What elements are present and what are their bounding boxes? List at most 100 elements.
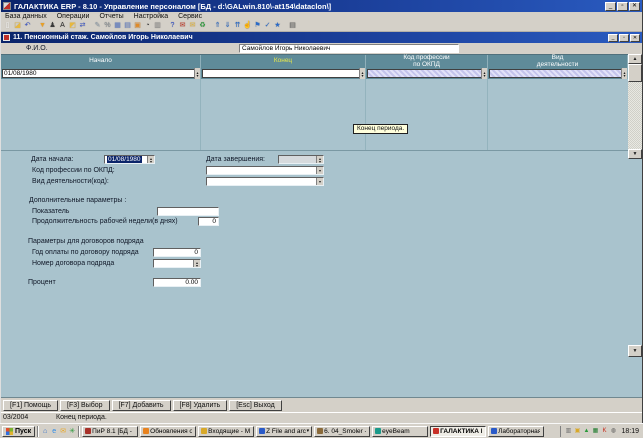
- scrollbar-track[interactable]: [628, 64, 642, 149]
- new-document-icon[interactable]: ▯: [3, 21, 12, 31]
- dialog-maximize-button[interactable]: ▫: [619, 34, 629, 42]
- function-button[interactable]: [F8] Удалить: [173, 400, 228, 411]
- search-icon[interactable]: A: [58, 21, 67, 31]
- task-zfile[interactable]: Z File and arch... ▾: [256, 426, 312, 437]
- date-start-input[interactable]: 01/08/1980 ▴▾: [104, 155, 155, 164]
- filter-icon[interactable]: ▼: [38, 21, 47, 31]
- scroll-down-icon[interactable]: ▼: [628, 149, 642, 159]
- print-icon[interactable]: ▤: [288, 21, 297, 31]
- week-length-input[interactable]: 0: [198, 217, 219, 226]
- row-prof-input[interactable]: [367, 69, 486, 78]
- task-inbox[interactable]: Входящие - Mic...: [198, 426, 254, 437]
- internet-explorer-icon[interactable]: e: [50, 427, 58, 436]
- row-start-spinner[interactable]: ▴▾: [194, 68, 200, 79]
- task-updates[interactable]: Обновления оч...: [140, 426, 196, 437]
- menu-item[interactable]: Отчеты: [99, 13, 123, 20]
- prof-code-input[interactable]: ▾: [206, 166, 324, 175]
- edit-icon[interactable]: ✎: [93, 21, 102, 31]
- row-end-spinner[interactable]: ▴▾: [359, 68, 365, 79]
- prof-code-dropdown-icon[interactable]: ▾: [316, 167, 323, 174]
- grid-icon[interactable]: ▤: [123, 21, 132, 31]
- contract-number-spinner[interactable]: ▴▾: [193, 260, 200, 267]
- date-end-input[interactable]: ▴▾: [278, 155, 324, 164]
- task-galaktika[interactable]: ГАЛАКТИКА E...: [430, 426, 486, 437]
- activity-input[interactable]: ▾: [206, 177, 324, 186]
- column-header-end[interactable]: Конец: [201, 55, 366, 68]
- grid-body[interactable]: [1, 79, 628, 151]
- person-down-icon[interactable]: ⇓: [223, 21, 232, 31]
- row-prof-spinner[interactable]: ▴▾: [481, 68, 487, 79]
- function-button[interactable]: [F1] Помощь: [3, 400, 58, 411]
- outlook-icon[interactable]: ✉: [59, 427, 67, 436]
- form-scroll-down-icon[interactable]: ▼: [628, 345, 642, 357]
- menu-item[interactable]: Сервис: [178, 13, 202, 20]
- row-activity-input[interactable]: [489, 69, 626, 78]
- row-start-input[interactable]: 01/08/1980: [2, 69, 199, 78]
- function-button[interactable]: [F3] Выбор: [60, 400, 110, 411]
- menu-item[interactable]: База данных: [5, 13, 47, 20]
- help-icon[interactable]: ?: [168, 21, 177, 31]
- date-start-spinner[interactable]: ▴▾: [147, 156, 154, 163]
- function-button[interactable]: [Esc] Выход: [229, 400, 281, 411]
- function-button[interactable]: [F7] Добавить: [112, 400, 171, 411]
- date-end-spinner[interactable]: ▴▾: [316, 156, 323, 163]
- close-button[interactable]: ✕: [629, 2, 640, 11]
- dialog-titlebar[interactable]: 11. Пенсионный стаж. Самойлов Игорь Нико…: [1, 32, 642, 43]
- grid-scrollbar[interactable]: ▲ ▼: [628, 54, 642, 159]
- column-header-activity[interactable]: Виддеятельности: [488, 55, 628, 68]
- activity-dropdown-icon[interactable]: ▾: [316, 178, 323, 185]
- task-lab[interactable]: Лабораторная ...: [488, 426, 544, 437]
- calculator-icon[interactable]: ▥: [153, 21, 162, 31]
- indicator-input[interactable]: [157, 207, 219, 216]
- column-header-start[interactable]: Начало: [1, 55, 201, 68]
- open-folder-icon[interactable]: ◪: [13, 21, 22, 31]
- folder-open-icon[interactable]: ◩: [68, 21, 77, 31]
- contract-year-input[interactable]: 0: [153, 248, 201, 257]
- mail-red-icon[interactable]: ✉: [178, 21, 187, 31]
- tray-clipboard-icon[interactable]: ▣: [573, 427, 581, 436]
- refresh-globe-icon[interactable]: ♻: [198, 21, 207, 31]
- thumb-up-icon[interactable]: ☝: [243, 21, 252, 31]
- dialog-minimize-button[interactable]: _: [608, 34, 618, 42]
- scroll-up-icon[interactable]: ▲: [628, 54, 642, 64]
- person-star-icon[interactable]: ★: [273, 21, 282, 31]
- people-up-icon[interactable]: ⇈: [233, 21, 242, 31]
- task-label: ГАЛАКТИКА E...: [440, 428, 482, 435]
- scrollbar-thumb[interactable]: [628, 64, 642, 82]
- task-pir[interactable]: ПиР 8.1 [БД - Р...: [82, 426, 138, 437]
- person-flag-icon[interactable]: ⚑: [253, 21, 262, 31]
- system-tray: ▥▣▲▦K◍ 18:19: [560, 426, 641, 437]
- calendar-icon[interactable]: ▣: [133, 21, 142, 31]
- person-check-icon[interactable]: ✓: [263, 21, 272, 31]
- percent-input[interactable]: 0.00: [153, 278, 201, 287]
- undo-icon[interactable]: ↶: [23, 21, 32, 31]
- menu-item[interactable]: Настройка: [134, 13, 168, 20]
- show-desktop-icon[interactable]: ⌂: [41, 427, 49, 436]
- task-smoler[interactable]: 6. 04_Smoler - t...: [314, 426, 370, 437]
- person-up-icon[interactable]: ⇑: [213, 21, 222, 31]
- row-end-input[interactable]: [202, 69, 364, 78]
- tray-display-icon[interactable]: ▥: [564, 427, 572, 436]
- main-titlebar[interactable]: ГАЛАКТИКА ERP - 8.10 - Управление персон…: [1, 0, 642, 12]
- dialog-close-button[interactable]: ✕: [630, 34, 640, 42]
- percent-icon[interactable]: %: [103, 21, 112, 31]
- maximize-button[interactable]: ▫: [617, 2, 628, 11]
- tray-network-icon[interactable]: ▦: [591, 427, 599, 436]
- tray-antivirus-icon[interactable]: K: [600, 427, 608, 436]
- row-activity-spinner[interactable]: ▴▾: [621, 68, 627, 79]
- contract-number-input[interactable]: ▴▾: [153, 259, 201, 268]
- table-icon[interactable]: ▦: [113, 21, 122, 31]
- tray-safety-icon[interactable]: ▲: [582, 427, 590, 436]
- fio-input[interactable]: Самойлов Игорь Николаевич: [239, 44, 459, 53]
- task-eyebeam[interactable]: eyeBeam: [372, 426, 428, 437]
- mail-yellow-icon[interactable]: ✉: [188, 21, 197, 31]
- menu-item[interactable]: Операции: [57, 13, 90, 20]
- person-icon[interactable]: ♟: [48, 21, 57, 31]
- media-icon[interactable]: ✳: [68, 427, 76, 436]
- start-button[interactable]: Пуск: [2, 426, 35, 437]
- clock-icon[interactable]: ◔: [143, 21, 152, 31]
- minimize-button[interactable]: _: [605, 2, 616, 11]
- tray-update-icon[interactable]: ◍: [609, 427, 617, 436]
- column-header-prof-code[interactable]: Код профессиипо ОКПД: [366, 55, 488, 68]
- switch-icon[interactable]: ⇄: [78, 21, 87, 31]
